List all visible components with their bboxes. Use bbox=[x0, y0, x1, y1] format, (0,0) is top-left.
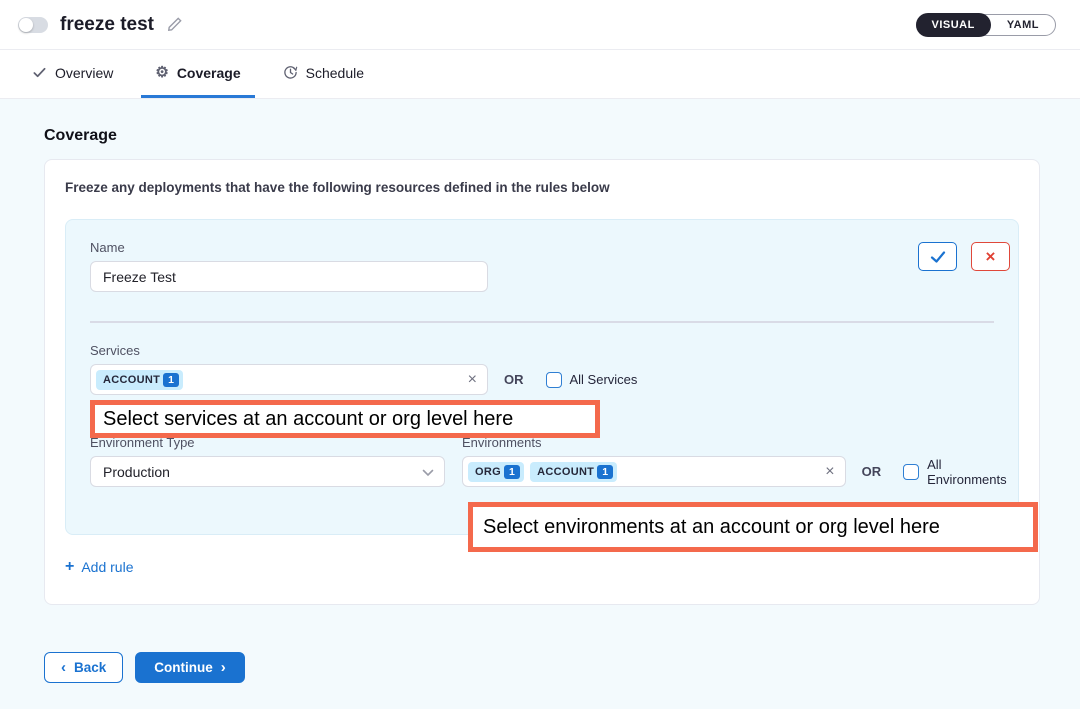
services-or-label: OR bbox=[504, 372, 524, 387]
services-label: Services bbox=[90, 343, 994, 358]
tag-label: ORG bbox=[475, 466, 501, 478]
add-rule-button[interactable]: + Add rule bbox=[65, 559, 134, 575]
continue-button[interactable]: Continue › bbox=[135, 652, 245, 683]
page-title: freeze test bbox=[60, 14, 154, 36]
cancel-x-icon: × bbox=[986, 247, 996, 267]
tab-coverage-label: Coverage bbox=[177, 65, 241, 81]
environments-field: Environments ORG 1 ACCOUNT 1 bbox=[462, 435, 1021, 487]
tab-overview-label: Overview bbox=[55, 65, 113, 81]
rule-name-input[interactable] bbox=[90, 261, 488, 292]
back-button[interactable]: ‹ Back bbox=[44, 652, 123, 683]
add-rule-label: Add rule bbox=[81, 559, 133, 575]
plus-icon: + bbox=[65, 559, 74, 575]
check-icon bbox=[32, 65, 47, 80]
chevron-down-icon bbox=[422, 464, 434, 480]
coverage-page: Coverage Freeze any deployments that hav… bbox=[0, 99, 1080, 709]
tag-count-badge: 1 bbox=[597, 465, 613, 479]
tab-coverage[interactable]: ⚙ Coverage bbox=[141, 50, 254, 98]
environment-type-select[interactable]: Production bbox=[90, 456, 445, 487]
header: freeze test VISUAL YAML bbox=[0, 0, 1080, 50]
toggle-knob bbox=[19, 18, 33, 32]
coverage-card: Freeze any deployments that have the fol… bbox=[44, 159, 1040, 605]
environments-tag-account[interactable]: ACCOUNT 1 bbox=[530, 462, 617, 482]
services-clear-icon[interactable]: × bbox=[468, 372, 477, 388]
rule-divider bbox=[90, 321, 994, 323]
freeze-enabled-toggle[interactable] bbox=[18, 17, 48, 33]
environments-clear-icon[interactable]: × bbox=[825, 464, 834, 480]
tag-label: ACCOUNT bbox=[537, 466, 594, 478]
environments-or-label: OR bbox=[862, 464, 882, 479]
tag-count-badge: 1 bbox=[163, 373, 179, 387]
schedule-clock-icon bbox=[283, 65, 298, 80]
edit-title-icon[interactable] bbox=[166, 16, 183, 33]
continue-label: Continue bbox=[154, 660, 213, 675]
all-environments-label: All Environments bbox=[927, 457, 1021, 487]
tab-schedule[interactable]: Schedule bbox=[269, 50, 378, 98]
chevron-right-icon: › bbox=[221, 660, 226, 675]
gear-icon: ⚙ bbox=[155, 65, 168, 80]
all-services-label: All Services bbox=[570, 372, 638, 387]
name-label: Name bbox=[90, 240, 994, 255]
delete-rule-button[interactable]: × bbox=[971, 242, 1010, 271]
footer-actions: ‹ Back Continue › bbox=[44, 652, 1040, 683]
environment-type-field: Environment Type Production bbox=[90, 435, 445, 487]
tab-schedule-label: Schedule bbox=[306, 65, 364, 81]
freeze-rule-card: × Name Services ACCOUNT 1 × OR bbox=[65, 219, 1019, 535]
visual-toggle-option[interactable]: VISUAL bbox=[916, 13, 991, 37]
yaml-toggle-option[interactable]: YAML bbox=[991, 19, 1055, 31]
all-services-checkbox[interactable] bbox=[546, 372, 562, 388]
apply-rule-button[interactable] bbox=[918, 242, 957, 271]
environments-tag-org[interactable]: ORG 1 bbox=[468, 462, 524, 482]
environment-type-value: Production bbox=[103, 464, 170, 480]
tag-count-badge: 1 bbox=[504, 465, 520, 479]
services-input[interactable]: ACCOUNT 1 × bbox=[90, 364, 488, 395]
environments-input[interactable]: ORG 1 ACCOUNT 1 × bbox=[462, 456, 846, 487]
annotation-select-services: Select services at an account or org lev… bbox=[90, 400, 600, 438]
back-label: Back bbox=[74, 660, 106, 675]
services-tag-account[interactable]: ACCOUNT 1 bbox=[96, 370, 183, 390]
coverage-description: Freeze any deployments that have the fol… bbox=[65, 180, 1019, 195]
all-environments-checkbox[interactable] bbox=[903, 464, 919, 480]
tab-bar: Overview ⚙ Coverage Schedule bbox=[0, 50, 1080, 99]
tab-overview[interactable]: Overview bbox=[18, 50, 127, 98]
chevron-left-icon: ‹ bbox=[61, 660, 66, 675]
tag-label: ACCOUNT bbox=[103, 374, 160, 386]
visual-yaml-toggle: VISUAL YAML bbox=[916, 14, 1057, 36]
annotation-select-environments: Select environments at an account or org… bbox=[468, 502, 1038, 552]
section-title: Coverage bbox=[44, 127, 1040, 145]
